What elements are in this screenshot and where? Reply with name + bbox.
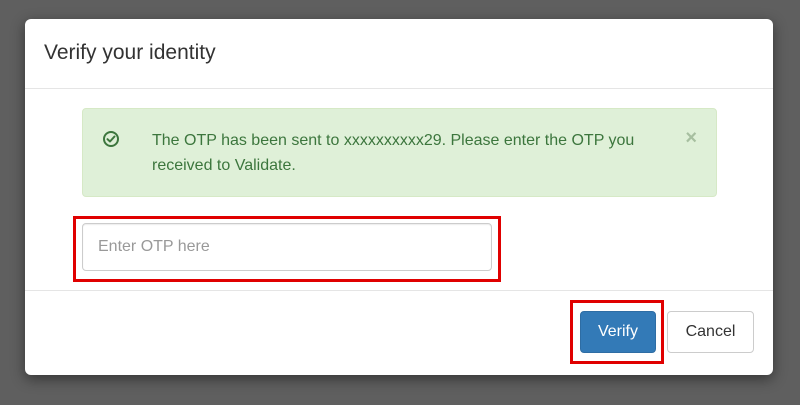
otp-input[interactable] [82,223,492,271]
modal-title: Verify your identity [44,41,216,64]
otp-sent-alert: The OTP has been sent to xxxxxxxxxx29. P… [82,108,717,197]
cancel-button[interactable]: Cancel [667,311,754,353]
check-circle-icon [102,130,120,148]
alert-message: The OTP has been sent to xxxxxxxxxx29. P… [152,132,635,174]
modal-header: Verify your identity [25,19,773,89]
alert-close-icon[interactable]: × [685,126,697,150]
verify-identity-dialog: Verify your identity The OTP has been se… [25,19,773,375]
verify-button[interactable]: Verify [580,311,656,353]
